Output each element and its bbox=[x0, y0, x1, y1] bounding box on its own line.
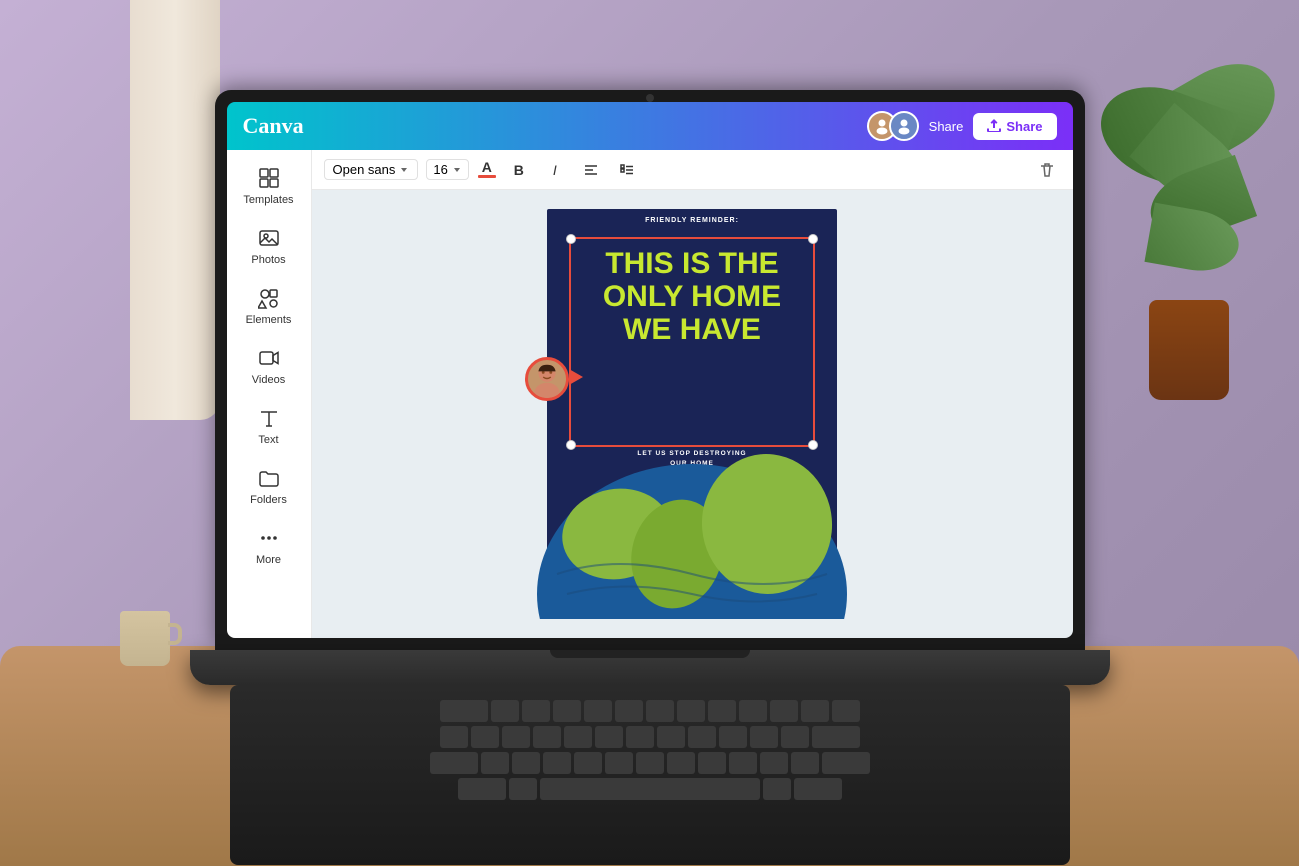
sidebar-label-elements: Elements bbox=[246, 314, 292, 326]
globe-svg bbox=[537, 434, 847, 619]
key-f7 bbox=[677, 700, 705, 722]
key-f9 bbox=[739, 700, 767, 722]
keyboard bbox=[230, 685, 1070, 865]
keyboard-row-1 bbox=[270, 700, 1030, 722]
key-esc bbox=[440, 700, 488, 722]
canva-body: Templates Photos bbox=[227, 150, 1073, 638]
key-f6 bbox=[646, 700, 674, 722]
keyboard-row-2 bbox=[270, 726, 1030, 748]
share-button-label: Share bbox=[1006, 119, 1042, 134]
font-size-selector[interactable]: 16 bbox=[426, 159, 468, 180]
sidebar-item-templates[interactable]: Templates bbox=[232, 158, 306, 214]
canva-header: Canva bbox=[227, 102, 1073, 150]
sidebar-item-photos[interactable]: Photos bbox=[232, 218, 306, 274]
delete-button[interactable] bbox=[1033, 156, 1061, 184]
sidebar-label-more: More bbox=[256, 554, 281, 566]
key-f5 bbox=[615, 700, 643, 722]
key-f8 bbox=[708, 700, 736, 722]
align-icon bbox=[583, 162, 599, 178]
color-letter: A bbox=[482, 160, 492, 174]
keyboard-keys bbox=[270, 700, 1030, 800]
italic-button[interactable]: I bbox=[541, 156, 569, 184]
avatar-person-icon bbox=[528, 359, 566, 399]
key-f12 bbox=[832, 700, 860, 722]
keyboard-row-spacebar bbox=[270, 778, 1030, 800]
elements-icon bbox=[257, 286, 281, 310]
header-right: Share Share bbox=[867, 111, 1057, 141]
keyboard-row-3 bbox=[270, 752, 1030, 774]
sidebar-label-photos: Photos bbox=[251, 254, 285, 266]
share-button[interactable]: Share bbox=[973, 113, 1056, 140]
headline-line2: ONLY HOME bbox=[603, 280, 781, 313]
sidebar-item-elements[interactable]: Elements bbox=[232, 278, 306, 334]
laptop: Canva bbox=[190, 90, 1110, 865]
sidebar-item-more[interactable]: More bbox=[232, 518, 306, 574]
camera-dot bbox=[646, 94, 654, 102]
headline-line3: WE HAVE bbox=[623, 313, 761, 346]
key-f3 bbox=[553, 700, 581, 722]
key-f11 bbox=[801, 700, 829, 722]
bold-icon: B bbox=[514, 162, 524, 178]
sidebar-label-videos: Videos bbox=[252, 374, 285, 386]
video-icon bbox=[257, 346, 281, 370]
sidebar-label-templates: Templates bbox=[243, 194, 293, 206]
plant-decoration bbox=[1099, 50, 1279, 400]
share-text-button[interactable]: Share bbox=[929, 119, 964, 134]
color-bar bbox=[478, 175, 496, 178]
canva-logo: Canva bbox=[243, 113, 304, 139]
canvas-area[interactable]: FRIENDLY REMINDER: THIS IS THE ONLY HO bbox=[312, 190, 1073, 638]
sidebar-item-text[interactable]: Text bbox=[232, 398, 306, 454]
key-f1 bbox=[491, 700, 519, 722]
reminder-text: FRIENDLY REMINDER: bbox=[547, 217, 837, 224]
folder-icon bbox=[257, 466, 281, 490]
align-button[interactable] bbox=[577, 156, 605, 184]
handle-tl bbox=[566, 234, 576, 244]
sidebar-label-folders: Folders bbox=[250, 494, 287, 506]
laptop-screen: Canva bbox=[215, 90, 1085, 650]
avatar-user2 bbox=[889, 111, 919, 141]
key-f4 bbox=[584, 700, 612, 722]
trash-icon bbox=[1038, 161, 1056, 179]
font-family-selector[interactable]: Open sans bbox=[324, 159, 419, 180]
handle-tr bbox=[808, 234, 818, 244]
laptop-base bbox=[190, 650, 1110, 685]
text-icon bbox=[257, 406, 281, 430]
toolbar: Open sans 16 A B bbox=[312, 150, 1073, 190]
avatar-group bbox=[867, 111, 919, 141]
grid-icon bbox=[257, 166, 281, 190]
screen-content: Canva bbox=[227, 102, 1073, 638]
globe-illustration bbox=[537, 434, 847, 619]
sidebar-label-text: Text bbox=[258, 434, 278, 446]
headline-line1: THIS IS THE bbox=[605, 247, 778, 280]
sidebar: Templates Photos bbox=[227, 150, 312, 638]
sidebar-item-folders[interactable]: Folders bbox=[232, 458, 306, 514]
bold-button[interactable]: B bbox=[505, 156, 533, 184]
avatar-arrow bbox=[569, 369, 583, 385]
font-color-button[interactable]: A bbox=[477, 160, 497, 180]
design-canvas: FRIENDLY REMINDER: THIS IS THE ONLY HO bbox=[547, 209, 837, 619]
font-family-value: Open sans bbox=[333, 162, 396, 177]
more-icon bbox=[257, 526, 281, 550]
headline-text: THIS IS THE ONLY HOME WE HAVE bbox=[547, 247, 837, 346]
key-f2 bbox=[522, 700, 550, 722]
collaborator-avatar bbox=[525, 357, 569, 401]
sidebar-item-videos[interactable]: Videos bbox=[232, 338, 306, 394]
font-size-value: 16 bbox=[433, 162, 447, 177]
italic-icon: I bbox=[553, 162, 557, 178]
key-f10 bbox=[770, 700, 798, 722]
right-panel: Open sans 16 A B bbox=[312, 150, 1073, 638]
list-button[interactable] bbox=[613, 156, 641, 184]
mug-decoration bbox=[120, 611, 175, 676]
list-icon bbox=[619, 162, 635, 178]
photo-icon bbox=[257, 226, 281, 250]
